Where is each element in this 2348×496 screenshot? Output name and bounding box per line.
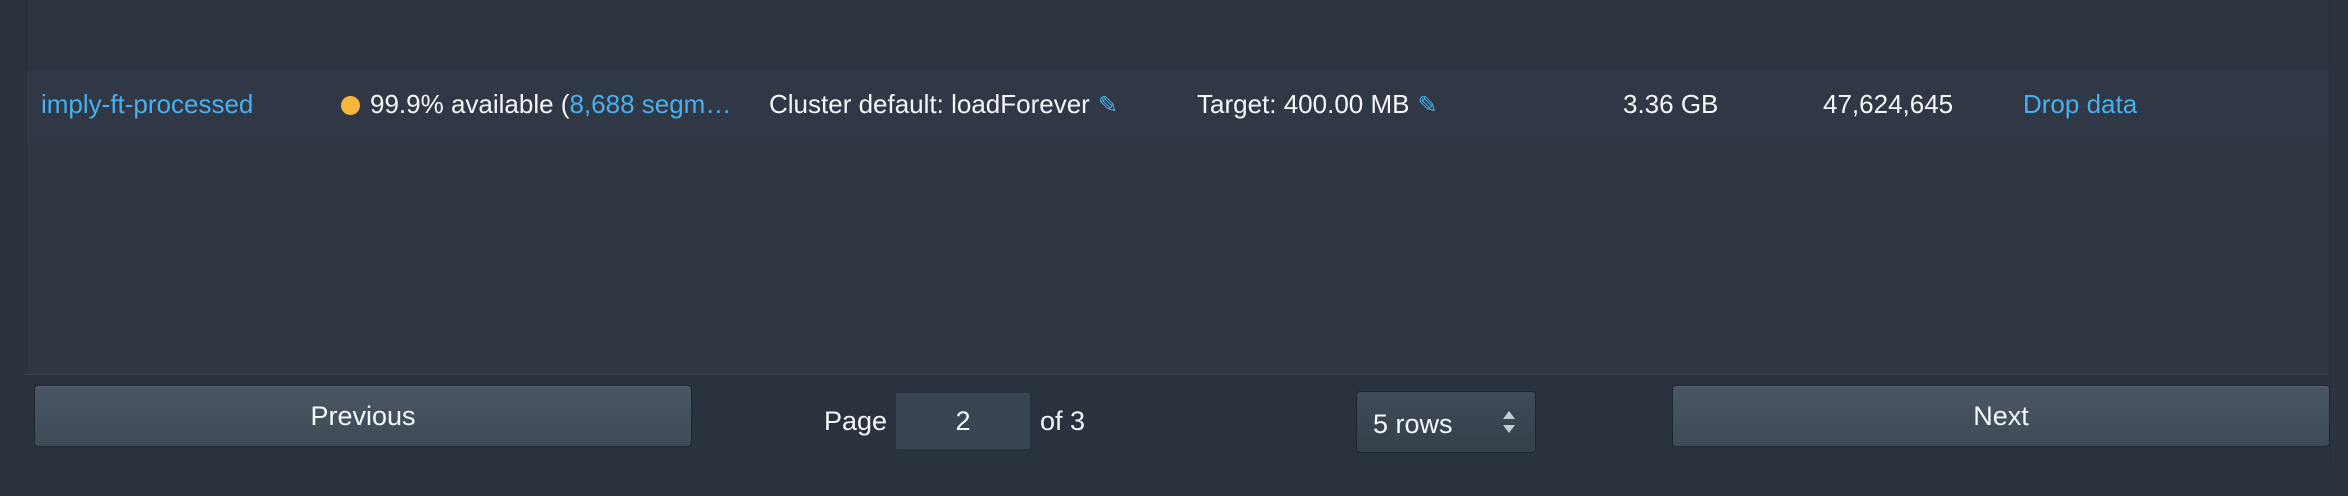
datasource-name-link[interactable]: imply-ft-processed bbox=[41, 70, 331, 138]
compaction-cell: Target: 400.00 MB ✎ bbox=[1197, 70, 1497, 138]
retention-cell: Cluster default: loadForever ✎ bbox=[769, 70, 1189, 138]
sort-arrows-icon bbox=[1503, 411, 1515, 433]
previous-button[interactable]: Previous bbox=[34, 385, 692, 447]
table-row: imply-ft-processed 99.9% available (8,68… bbox=[27, 70, 2329, 138]
total-size-cell: 3.36 GB bbox=[1623, 89, 1719, 119]
datasources-view: imply-ft-processed 99.9% available (8,68… bbox=[0, 0, 2348, 496]
num-rows-cell: 47,624,645 bbox=[1823, 89, 1954, 119]
rows-per-page-select[interactable]: 5 rows bbox=[1356, 391, 1536, 453]
pencil-icon[interactable]: ✎ bbox=[1417, 72, 1437, 138]
table-header bbox=[27, 0, 2329, 71]
pagination-bar: Previous Page of 3 5 rows Next bbox=[26, 374, 2330, 467]
retention-text: Cluster default: loadForever bbox=[769, 89, 1090, 119]
segments-link[interactable]: 8,688 segm… bbox=[569, 89, 731, 119]
rows-per-page-value: 5 rows bbox=[1373, 409, 1453, 439]
pencil-icon[interactable]: ✎ bbox=[1098, 72, 1118, 138]
compaction-text: Target: 400.00 MB bbox=[1197, 89, 1410, 119]
availability-cell: 99.9% available (8,688 segm… bbox=[341, 70, 769, 138]
page-label: Page bbox=[824, 406, 888, 436]
drop-data-link[interactable]: Drop data bbox=[2023, 70, 2203, 138]
availability-text: 99.9% available ( bbox=[370, 89, 570, 119]
next-button[interactable]: Next bbox=[1672, 385, 2330, 447]
page-total-label: of 3 bbox=[1040, 406, 1086, 436]
status-dot-icon bbox=[341, 96, 360, 115]
page-number-input[interactable] bbox=[894, 391, 1032, 451]
